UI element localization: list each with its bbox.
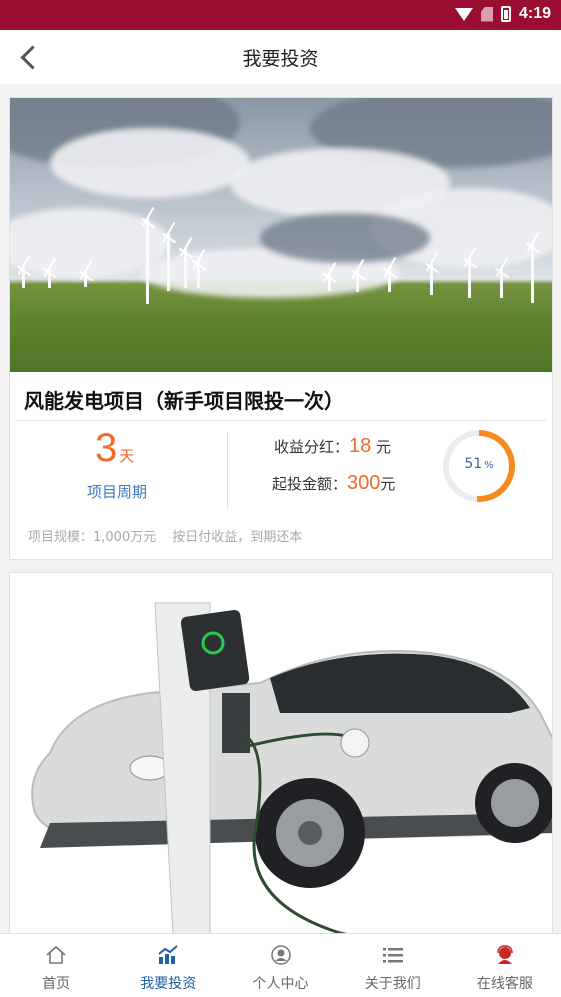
chart-icon (158, 945, 178, 964)
tab-invest[interactable]: 我要投资 (112, 934, 224, 997)
list-icon (382, 948, 403, 963)
no-sim-icon (480, 6, 493, 22)
payout-method: 按日付收益，到期还本 (172, 530, 303, 545)
support-icon (497, 945, 513, 964)
wind-farm-image (10, 98, 552, 372)
tab-about[interactable]: 关于我们 (337, 934, 449, 997)
project-card[interactable]: 风能发电项目（新手项目限投一次） 3天 项目周期 收益分红：18 元 起投金额：… (9, 97, 553, 560)
status-time: 4:19 (518, 5, 551, 22)
ev-charging-image (10, 573, 552, 933)
min-investment-row: 起投金额：300元 (272, 472, 396, 494)
top-bar: 我要投资 (0, 30, 561, 84)
battery-icon (500, 6, 511, 22)
tab-support[interactable]: 在线客服 (449, 934, 561, 997)
status-bar: 4:19 (0, 0, 561, 30)
project-scale: 项目规模：1,000万元 (28, 530, 157, 545)
project-list[interactable]: 风能发电项目（新手项目限投一次） 3天 项目周期 收益分红：18 元 起投金额：… (0, 84, 561, 933)
project-period-label: 项目周期 (87, 483, 148, 501)
progress-percent: 51% (464, 456, 494, 472)
project-title: 风能发电项目（新手项目限投一次） (24, 389, 344, 413)
page-title: 我要投资 (242, 48, 319, 70)
project-meta: 项目规模：1,000万元 按日付收益，到期还本 (28, 526, 302, 545)
bottom-tab-bar: 首页 我要投资 个人中心 关于我们 在线客服 (0, 933, 561, 997)
wifi-icon (454, 7, 473, 21)
user-icon (270, 945, 291, 965)
project-card[interactable] (9, 572, 553, 933)
project-period-value: 3天 (95, 426, 135, 470)
tab-profile[interactable]: 个人中心 (224, 934, 336, 997)
tab-home[interactable]: 首页 (0, 934, 112, 997)
home-icon (46, 945, 66, 964)
yield-row: 收益分红：18 元 (274, 435, 392, 457)
divider (16, 420, 546, 421)
vertical-divider (227, 433, 228, 508)
